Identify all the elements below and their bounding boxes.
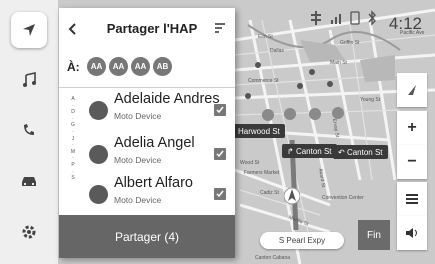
zoom-in-button[interactable]: +	[397, 111, 427, 145]
index-letter[interactable]: D	[69, 109, 77, 116]
checkmark-icon	[216, 150, 224, 158]
checkmark-icon	[216, 106, 224, 114]
avatar	[89, 101, 108, 120]
left-nav	[0, 0, 58, 264]
index-dot: ·	[72, 102, 74, 109]
contact-row[interactable]: Albert Alfaro Moto Device	[81, 173, 235, 217]
recipient-chip[interactable]: AA	[87, 57, 106, 76]
contact-name: Adelia Angel	[114, 135, 195, 151]
status-bar: 4:12	[300, 6, 430, 33]
index-letter[interactable]: P	[69, 162, 77, 169]
map-label: Dallas	[270, 48, 284, 54]
sound-icon	[406, 228, 417, 238]
index-letter[interactable]: M	[69, 149, 77, 156]
current-road-label: S Pearl Expy	[260, 232, 344, 249]
share-eta-panel: Partager l'HAP À: AA AA AA AB A · D · G …	[59, 8, 235, 258]
street-name: Canton St	[346, 147, 383, 157]
settings-icon	[22, 225, 36, 239]
avatar	[89, 185, 108, 204]
map-label: Canton Cabana	[255, 255, 291, 261]
recipients-label: À:	[67, 60, 80, 74]
car-icon	[22, 177, 36, 186]
phone-status-icon	[350, 11, 360, 25]
navigation-icon	[23, 24, 35, 36]
contact-device: Moto Device	[114, 195, 162, 205]
map-label: Main St	[330, 60, 347, 66]
street-name: Harwood St	[238, 126, 280, 136]
nav-button-music[interactable]	[11, 62, 47, 98]
nav-button-settings[interactable]	[11, 214, 47, 250]
map-label: Wood St	[240, 160, 260, 166]
street-label-canton: ↱ Canton St	[282, 144, 337, 158]
clock: 4:12	[388, 14, 422, 33]
recipient-chip[interactable]: AA	[109, 57, 128, 76]
index-letter[interactable]: S	[69, 175, 77, 182]
index-dot: ·	[72, 142, 74, 149]
avatar	[89, 145, 108, 164]
index-dot: ·	[72, 155, 74, 162]
sort-icon[interactable]	[215, 23, 225, 33]
map-label: Young St	[360, 97, 381, 103]
map-label: Elm St	[258, 34, 273, 40]
contact-checkbox[interactable]	[214, 148, 226, 160]
contact-name: Albert Alfaro	[114, 175, 193, 191]
bluetooth-icon	[368, 10, 376, 26]
street-name: Canton St	[295, 146, 332, 156]
recipient-chip[interactable]: AA	[131, 57, 150, 76]
contact-checkbox[interactable]	[214, 104, 226, 116]
phone-icon	[24, 124, 34, 135]
map-label: Griffin St	[340, 40, 360, 46]
alphabet-index[interactable]: A · D · G · J · M · P · S	[69, 96, 77, 182]
index-letter[interactable]: A	[69, 96, 77, 103]
zoom-out-button[interactable]: −	[397, 145, 427, 179]
vehicle-position-icon	[284, 187, 300, 205]
panel-header: Partager l'HAP	[59, 8, 235, 48]
menu-icon	[406, 194, 418, 204]
zoom-out-icon: −	[407, 153, 417, 170]
checkmark-icon	[216, 190, 224, 198]
zoom-in-icon: +	[407, 119, 417, 136]
contact-name: Adelaide Andres	[114, 91, 220, 107]
index-dot: ·	[72, 168, 74, 175]
map-label: Cadiz St	[260, 190, 279, 196]
nav-button-phone[interactable]	[11, 112, 47, 148]
recipient-chip[interactable]: AB	[153, 57, 172, 76]
nav-button-vehicle[interactable]	[11, 163, 47, 199]
contact-device: Moto Device	[114, 111, 162, 121]
nav-button-navigation[interactable]	[11, 12, 47, 48]
signal-icon	[331, 14, 341, 24]
index-dot: ·	[72, 128, 74, 135]
end-route-button[interactable]: Fin	[358, 220, 390, 250]
compass-button[interactable]	[397, 73, 427, 107]
compass-icon	[408, 85, 416, 95]
panel-title: Partager l'HAP	[106, 21, 198, 36]
index-letter[interactable]: G	[69, 122, 77, 129]
contact-row[interactable]: Adelaide Andres Moto Device	[81, 89, 235, 133]
sound-button[interactable]	[397, 216, 427, 250]
share-button[interactable]: Partager (4)	[59, 215, 235, 258]
divider	[59, 87, 235, 88]
street-label-canton-2: ↶ Canton St	[333, 145, 388, 159]
contact-row[interactable]: Adelia Angel Moto Device	[81, 133, 235, 177]
traffic-icon	[311, 11, 321, 25]
contact-device: Moto Device	[114, 155, 162, 165]
street-label-harwood: Harwood St	[233, 124, 285, 138]
index-dot: ·	[72, 115, 74, 122]
map-label: Farmers Market	[244, 170, 280, 176]
map-label: Convention Center	[322, 195, 364, 201]
map-label: Commerce St	[248, 78, 279, 84]
map-menu-button[interactable]	[397, 182, 427, 216]
index-letter[interactable]: J	[69, 136, 77, 143]
music-icon	[23, 72, 36, 87]
contact-checkbox[interactable]	[214, 188, 226, 200]
back-button[interactable]	[65, 21, 81, 37]
